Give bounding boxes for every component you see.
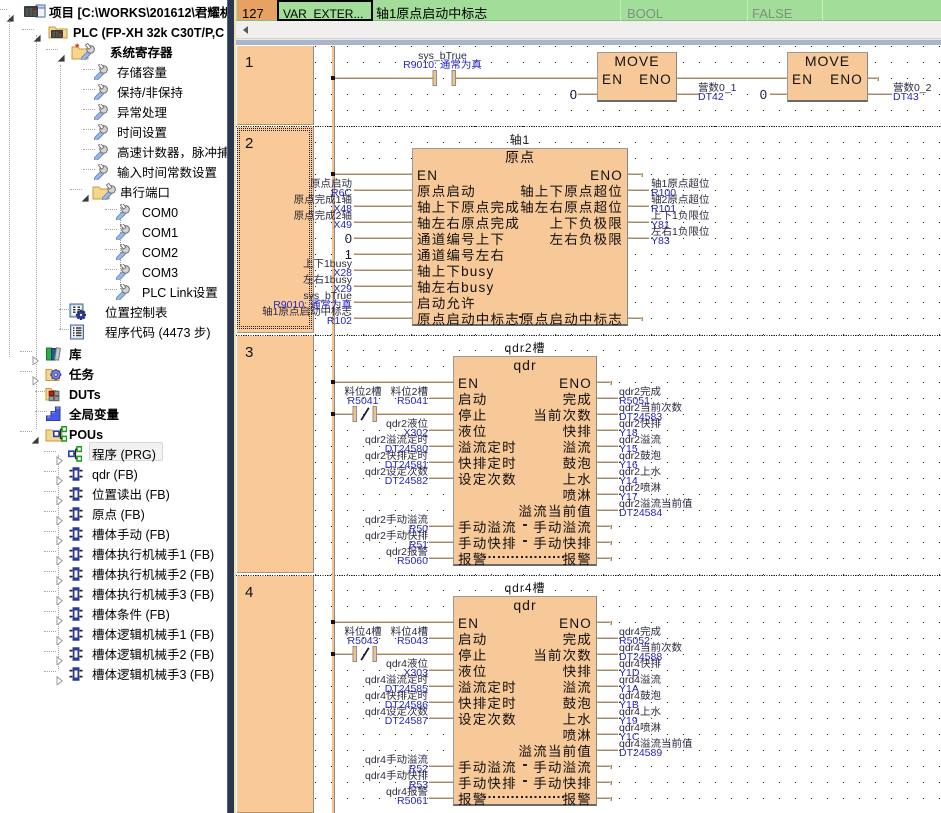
svg-text:*: * xyxy=(75,43,80,55)
